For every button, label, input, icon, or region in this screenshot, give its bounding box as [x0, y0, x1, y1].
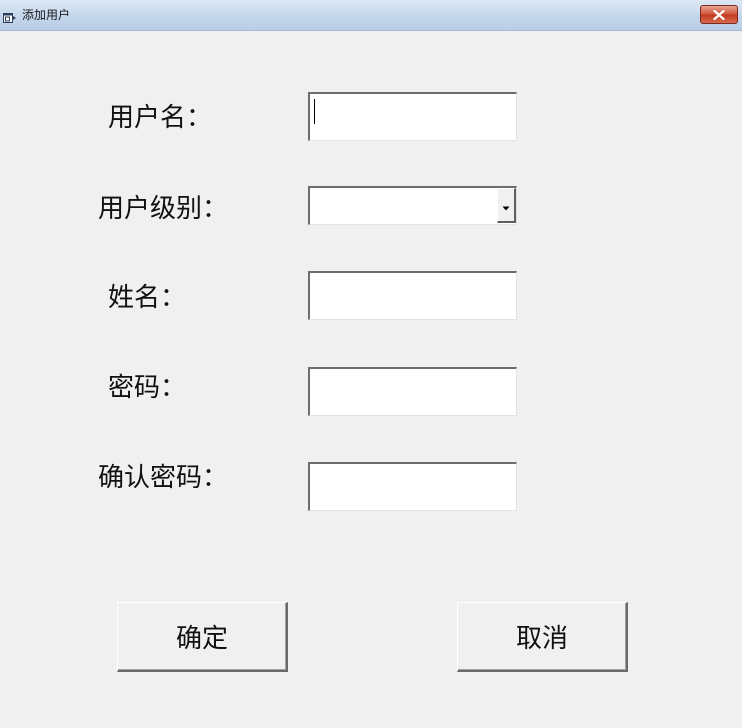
name-input[interactable]: [308, 271, 517, 320]
username-label: 用户名：: [108, 103, 213, 133]
user-level-select[interactable]: [308, 186, 517, 225]
window-title: 添加用户: [22, 8, 71, 22]
cancel-button[interactable]: 取消: [457, 602, 628, 672]
confirm-password-label: 确认密码：: [98, 463, 229, 493]
confirm-password-input[interactable]: [308, 462, 517, 511]
close-button[interactable]: [700, 5, 738, 24]
close-icon: [713, 9, 725, 20]
title-bar[interactable]: 添加用户: [0, 0, 742, 31]
text-caret: [314, 99, 315, 124]
username-input[interactable]: [308, 92, 517, 141]
ok-button[interactable]: 确定: [117, 602, 288, 672]
name-label: 姓名：: [108, 283, 187, 313]
app-window-icon: [3, 9, 17, 23]
add-user-dialog: 添加用户 用户名： 用户级别： 姓名： 密码： 确认密码： 确定 取消: [0, 0, 742, 728]
user-level-label: 用户级别：: [98, 194, 229, 224]
password-input[interactable]: [308, 367, 517, 416]
chevron-down-icon: [502, 196, 510, 215]
dropdown-button[interactable]: [497, 188, 516, 223]
password-label: 密码：: [108, 373, 187, 403]
